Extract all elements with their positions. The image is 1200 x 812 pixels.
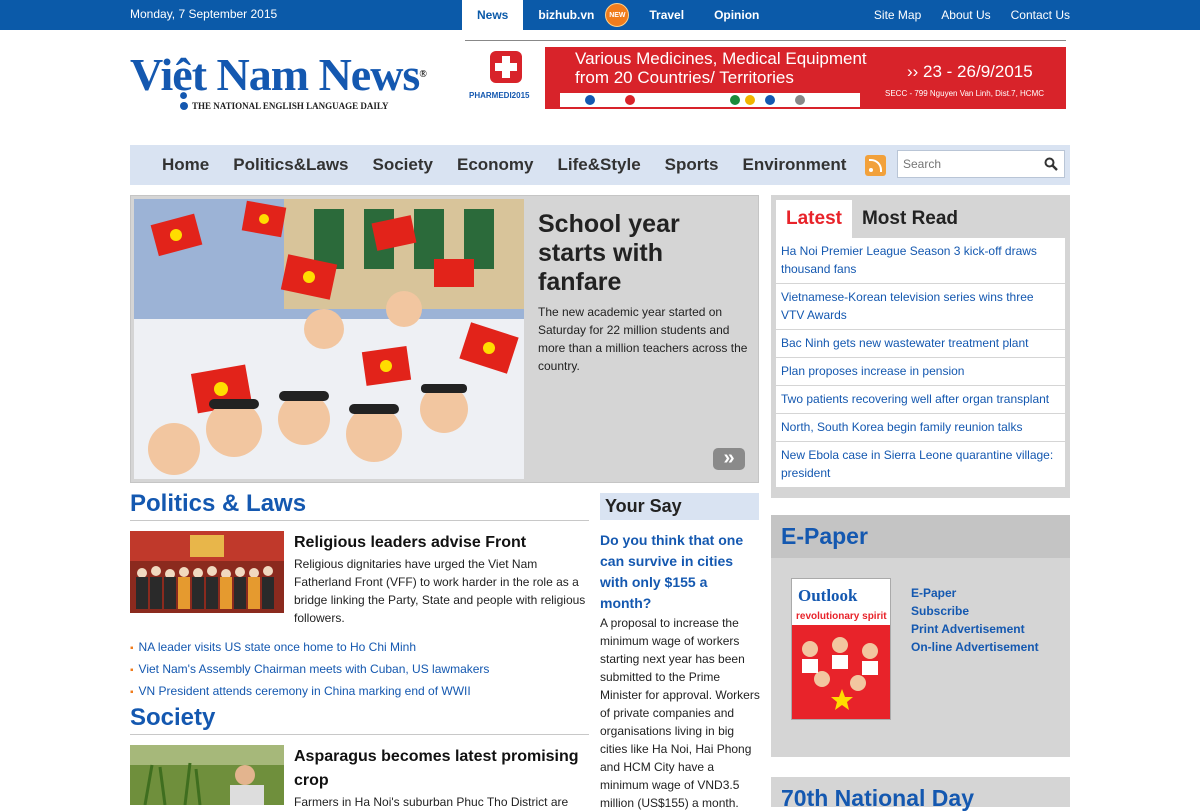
ad-venue: SECC - 799 Nguyen Van Linh, Dist.7, HCMC [885,89,1045,98]
search-box [897,150,1065,178]
next-slide-button[interactable]: » [713,448,745,470]
society-divider [130,734,589,735]
ad-brand: PHARMEDI2015 [469,91,530,100]
featured-title[interactable]: School year starts with fanfare [538,210,748,297]
related-link[interactable]: Viet Nam's Assembly Chairman meets with … [130,659,490,681]
featured-story: School year starts with fanfare The new … [130,195,759,483]
nav-environment[interactable]: Environment [731,145,859,185]
e-paper-link[interactable]: E-Paper [911,584,1039,602]
tab-most-read[interactable]: Most Read [852,200,968,238]
contact-us-link[interactable]: Contact Us [1011,0,1070,30]
nav-home[interactable]: Home [150,145,221,185]
search-icon[interactable] [1044,157,1058,171]
tab-latest[interactable]: Latest [776,200,852,238]
latest-list: Ha Noi Premier League Season 3 kick-off … [776,238,1065,488]
utility-links: Site Map About Us Contact Us [874,0,1070,30]
top-nav-bizhub[interactable]: bizhub.vn NEW [523,0,634,30]
featured-image[interactable] [134,199,524,479]
logo-tagline-wrap: THE NATIONAL ENGLISH LANGUAGE DAILY [180,101,389,111]
politics-story-image[interactable] [130,531,284,613]
print-advertisement-link[interactable]: Print Advertisement [911,620,1039,638]
ad-sponsor-logos [560,93,860,107]
latest-item[interactable]: Ha Noi Premier League Season 3 kick-off … [776,238,1065,284]
online-advertisement-link[interactable]: On-line Advertisement [911,638,1039,656]
top-nav-news[interactable]: News [462,0,524,30]
latest-item[interactable]: New Ebola case in Sierra Leone quarantin… [776,442,1065,488]
nav-society[interactable]: Society [361,145,445,185]
your-say-body: A proposal to increase the minimum wage … [600,616,760,810]
main-nav-items: Home Politics&Laws Society Economy Life&… [150,145,858,185]
subscribe-link[interactable]: Subscribe [911,602,1039,620]
politics-story-description: Religious dignitaries have urged the Vie… [294,557,586,625]
top-nav-opinion[interactable]: Opinion [699,0,774,30]
rss-icon[interactable] [865,155,886,176]
logo-registered: ® [419,69,427,80]
national-day-panel: 70th National Day [771,777,1070,811]
society-story-title[interactable]: Asparagus becomes latest promising crop [294,745,589,793]
politics-related-list: NA leader visits US state once home to H… [130,637,490,703]
latest-item[interactable]: North, South Korea begin family reunion … [776,414,1065,442]
politics-story-title[interactable]: Religious leaders advise Front [294,531,589,555]
main-nav: Home Politics&Laws Society Economy Life&… [130,145,1070,185]
your-say-heading: Your Say [600,493,759,520]
latest-panel: Latest Most Read Ha Noi Premier League S… [771,195,1070,498]
top-nav: News bizhub.vn NEW Travel Opinion [462,0,774,30]
logo-name: Việt Nam News [130,49,420,100]
your-say-question[interactable]: Do you think that one can survive in cit… [600,530,755,614]
site-logo[interactable]: Việt Nam News® THE NATIONAL ENGLISH LANG… [130,50,430,118]
e-paper-panel: E-Paper Outlook revolutionary spirit E-P… [771,515,1070,757]
society-story-image[interactable] [130,745,284,805]
politics-divider [130,520,589,521]
ad-line-1: Various Medicines, Medical Equipment [575,49,867,68]
latest-item[interactable]: Two patients recovering well after organ… [776,386,1065,414]
latest-item[interactable]: Bac Ninh gets new wastewater treatment p… [776,330,1065,358]
ad-logo-box: PHARMEDI2015 [465,47,545,109]
ad-line-2: from 20 Countries/ Territories [575,68,794,87]
latest-item[interactable]: Plan proposes increase in pension [776,358,1065,386]
ad-banner[interactable]: PHARMEDI2015 Various Medicines, Medical … [465,47,1066,109]
latest-tabs: Latest Most Read [776,200,968,238]
e-paper-cover[interactable]: Outlook revolutionary spirit [791,578,891,720]
site-map-link[interactable]: Site Map [874,0,921,30]
top-bar: Monday, 7 September 2015 News bizhub.vn … [0,0,1200,30]
society-story-description: Farmers in Ha Noi's suburban Phuc Tho Di… [294,795,569,809]
top-nav-bizhub-label: bizhub.vn [538,8,595,22]
nav-economy[interactable]: Economy [445,145,546,185]
related-link[interactable]: NA leader visits US state once home to H… [130,637,489,659]
e-paper-links: E-Paper Subscribe Print Advertisement On… [911,584,1039,656]
related-link[interactable]: VN President attends ceremony in China m… [130,681,489,703]
search-input[interactable] [903,156,1033,172]
nav-sports[interactable]: Sports [653,145,731,185]
current-date: Monday, 7 September 2015 [130,7,278,21]
ad-divider [465,40,1066,41]
medical-cross-icon [490,51,522,83]
nav-politics-laws[interactable]: Politics&Laws [221,145,360,185]
latest-item[interactable]: Vietnamese-Korean television series wins… [776,284,1065,330]
top-nav-travel[interactable]: Travel [634,0,699,30]
society-heading[interactable]: Society [130,704,215,732]
national-day-heading[interactable]: 70th National Day [781,785,974,812]
featured-description: The new academic year started on Saturda… [538,305,748,373]
cover-title: Outlook [798,586,858,605]
cover-headline: revolutionary spirit [796,611,887,622]
nav-life-style[interactable]: Life&Style [546,145,653,185]
politics-heading[interactable]: Politics & Laws [130,490,306,518]
logo-tagline: THE NATIONAL ENGLISH LANGUAGE DAILY [192,101,389,111]
e-paper-heading: E-Paper [771,515,1070,558]
new-badge: NEW [605,3,630,27]
about-us-link[interactable]: About Us [941,0,990,30]
ad-dates: ›› 23 - 26/9/2015 [907,62,1033,81]
